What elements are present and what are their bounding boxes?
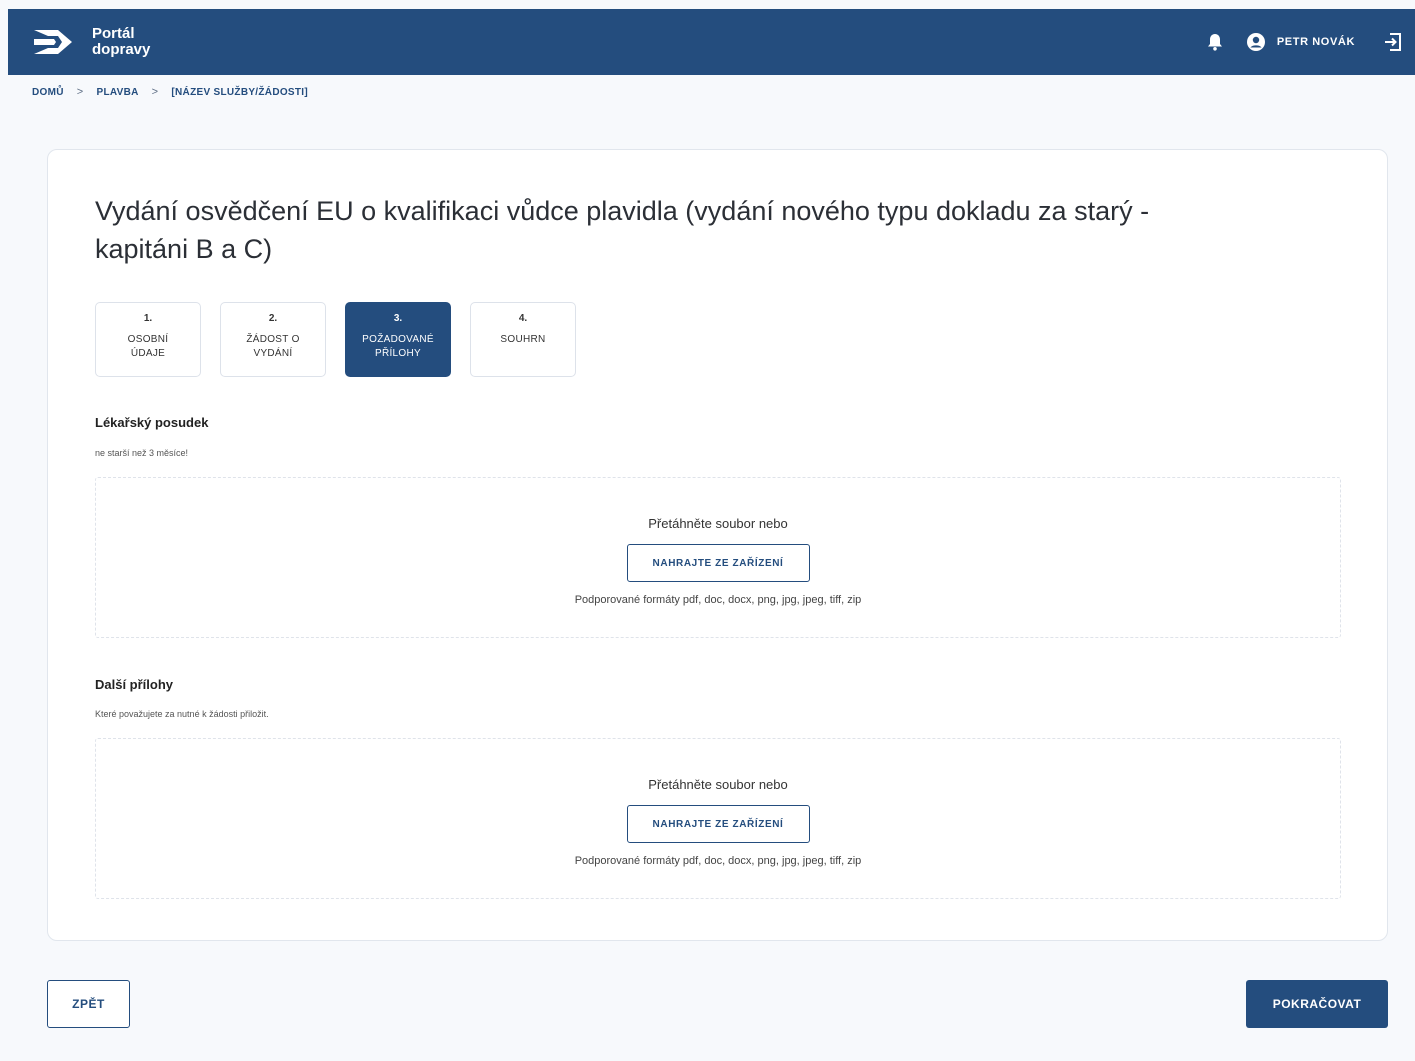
step-osobni-udaje[interactable]: 1. OSOBNÍ ÚDAJE — [95, 302, 201, 377]
brand-line-1: Portál — [92, 25, 135, 42]
breadcrumb-separator: > — [76, 86, 84, 98]
user-menu[interactable]: PETR NOVÁK — [1246, 33, 1355, 51]
stepper: 1. OSOBNÍ ÚDAJE 2. ŽÁDOST O VYDÁNÍ 3. PO… — [95, 302, 595, 377]
dropzone-text: Přetáhněte soubor nebo — [648, 516, 788, 531]
step-pozadovane-prilohy[interactable]: 3. POŽADOVANÉ PŘÍLOHY — [345, 302, 451, 377]
step-souhrn[interactable]: 4. SOUHRN — [470, 302, 576, 377]
dropzone-text: Přetáhněte soubor nebo — [648, 777, 788, 792]
step-label-line-2: PŘÍLOHY — [374, 348, 421, 359]
step-number: 1. — [143, 313, 153, 324]
supported-formats-text: Podporované formáty pdf, doc, docx, png,… — [574, 855, 862, 867]
breadcrumb-separator: > — [151, 86, 159, 98]
upload-from-device-button[interactable]: NAHRAJTE ZE ZAŘÍZENÍ — [626, 805, 810, 843]
step-number: 4. — [518, 313, 528, 324]
brand-line-2: dopravy — [92, 41, 151, 58]
step-label-line-2: VYDÁNÍ — [253, 348, 293, 359]
continue-button[interactable]: POKRAČOVAT — [1246, 980, 1388, 1028]
section-title-lekarsky-posudek: Lékařský posudek — [95, 415, 209, 430]
upload-from-device-button[interactable]: NAHRAJTE ZE ZAŘÍZENÍ — [626, 544, 810, 582]
top-header: Portál dopravy PETR NOVÁK — [8, 9, 1415, 75]
breadcrumb-item-plavba[interactable]: PLAVBA — [97, 87, 139, 98]
header-actions: PETR NOVÁK — [1207, 32, 1415, 52]
brand[interactable]: Portál dopravy — [8, 26, 150, 58]
section-description: Které považujete za nutné k žádosti přil… — [95, 709, 269, 719]
brand-title: Portál dopravy — [92, 26, 150, 58]
user-avatar-icon — [1246, 33, 1265, 51]
page-title: Vydání osvědčení EU o kvalifikaci vůdce … — [95, 196, 1150, 264]
breadcrumb: DOMŮ > PLAVBA > [NÁZEV SLUŽBY/ŽÁDOSTI] — [32, 86, 308, 98]
step-zadost-o-vydani[interactable]: 2. ŽÁDOST O VYDÁNÍ — [220, 302, 326, 377]
logout-icon[interactable] — [1383, 32, 1403, 52]
section-title-dalsi-prilohy: Další přílohy — [95, 677, 174, 692]
user-name: PETR NOVÁK — [1276, 36, 1355, 48]
file-dropzone-lekarsky-posudek[interactable]: Přetáhněte soubor nebo NAHRAJTE ZE ZAŘÍZ… — [95, 477, 1341, 638]
bell-icon[interactable] — [1207, 33, 1223, 51]
step-label-line-2: ÚDAJE — [130, 348, 166, 359]
step-number: 2. — [268, 313, 278, 324]
step-label-line-1: ŽÁDOST O — [246, 334, 300, 345]
step-label-line-1: SOUHRN — [500, 334, 546, 345]
form-card: Vydání osvědčení EU o kvalifikaci vůdce … — [47, 149, 1388, 941]
portal-logo-icon — [34, 30, 72, 54]
breadcrumb-item-current[interactable]: [NÁZEV SLUŽBY/ŽÁDOSTI] — [171, 87, 308, 98]
back-button[interactable]: ZPĚT — [47, 980, 130, 1028]
step-label-line-1: OSOBNÍ — [127, 334, 169, 345]
breadcrumb-item-home[interactable]: DOMŮ — [32, 87, 64, 98]
supported-formats-text: Podporované formáty pdf, doc, docx, png,… — [574, 594, 862, 606]
section-description: ne starší než 3 měsíce! — [95, 448, 189, 458]
step-number: 3. — [393, 313, 403, 324]
file-dropzone-dalsi-prilohy[interactable]: Přetáhněte soubor nebo NAHRAJTE ZE ZAŘÍZ… — [95, 738, 1341, 899]
step-label-line-1: POŽADOVANÉ — [362, 334, 434, 345]
